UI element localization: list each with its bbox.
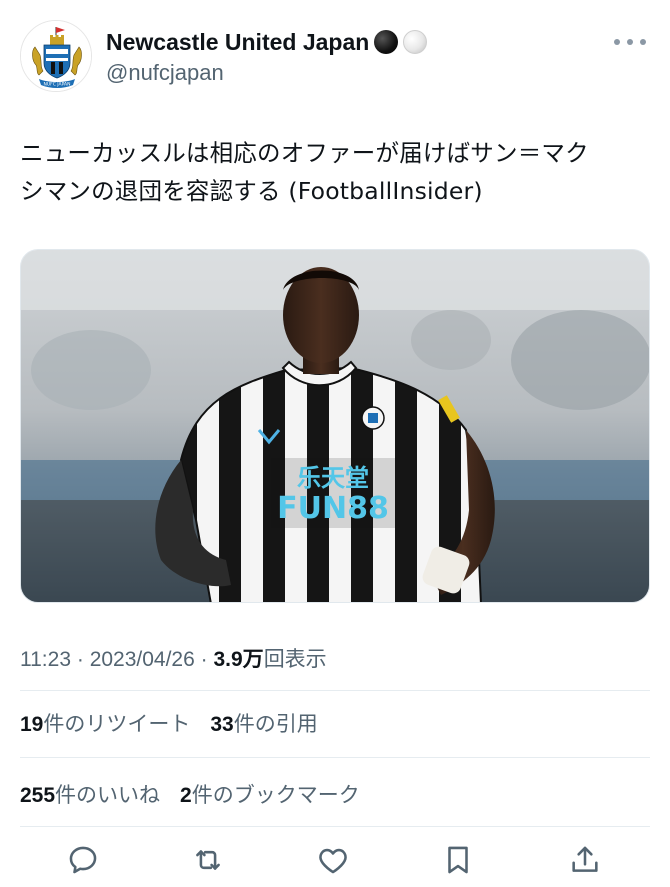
user-handle[interactable]: @nufcjapan [106,60,427,86]
newcastle-crest-icon: NUFC JAPAN [21,21,91,91]
views-label: 回表示 [263,648,327,671]
shirt-sponsor-line1: 乐天堂 [297,464,369,492]
likes-count: 255 [20,784,56,807]
action-bar [20,840,650,884]
bookmarks-label: 件のブックマーク [191,783,360,807]
views-count: 3.9万 [213,648,264,671]
tweet-text-line: ニューカッスルは相応のオファーが届けばサン＝マク [20,139,589,167]
stats-row-likes: 255件のいいね 2件のブックマーク [20,779,360,809]
display-name-text: Newcastle United Japan [106,28,370,55]
player-photo: 乐天堂 FUN88 [21,250,649,602]
tweet-text-line: シマンの退団を容認する (FootballInsider) [20,177,483,205]
tweet-date[interactable]: 2023/04/26 [90,648,195,671]
more-options-icon[interactable] [614,30,646,54]
like-icon[interactable] [313,840,353,880]
bookmarks-count: 2 [180,784,192,807]
black-circle-emoji-icon [374,30,399,54]
tweet-time[interactable]: 11:23 [20,648,71,671]
share-icon[interactable] [565,840,605,880]
meta-separator: · [76,648,84,671]
stats-row-retweets: 19件のリツイート 33件の引用 [20,708,318,738]
white-circle-emoji-icon [403,30,428,54]
avatar[interactable]: NUFC JAPAN [20,20,92,92]
quotes-label: 件の引用 [233,712,318,736]
svg-text:NUFC JAPAN: NUFC JAPAN [43,82,70,88]
likes-stat[interactable]: 255件のいいね [20,779,160,809]
meta-separator: · [200,648,208,671]
bookmarks-stat[interactable]: 2件のブックマーク [180,779,360,809]
divider [20,826,650,827]
divider [20,757,650,758]
reply-icon[interactable] [63,840,103,880]
shirt-sponsor-line2: FUN88 [277,491,389,526]
likes-label: 件のいいね [55,783,161,807]
tweet-text: ニューカッスルは相応のオファーが届けばサン＝マク シマンの退団を容認する (Fo… [20,134,650,210]
retweet-icon[interactable] [188,840,228,880]
quotes-stat[interactable]: 33件の引用 [210,708,317,738]
quotes-count: 33 [210,713,234,736]
display-name[interactable]: Newcastle United Japan [106,26,428,58]
retweets-label: 件のリツイート [43,712,191,736]
tweet-header: NUFC JAPAN Newcastle United Japan @nufcj… [20,20,650,100]
divider [20,690,650,691]
retweets-stat[interactable]: 19件のリツイート [20,708,190,738]
tweet-photo[interactable]: 乐天堂 FUN88 [20,249,650,603]
retweets-count: 19 [20,713,44,736]
tweet-meta: 11:23 · 2023/04/26 · 3.9万回表示 [20,643,327,673]
bookmark-icon[interactable] [438,840,478,880]
